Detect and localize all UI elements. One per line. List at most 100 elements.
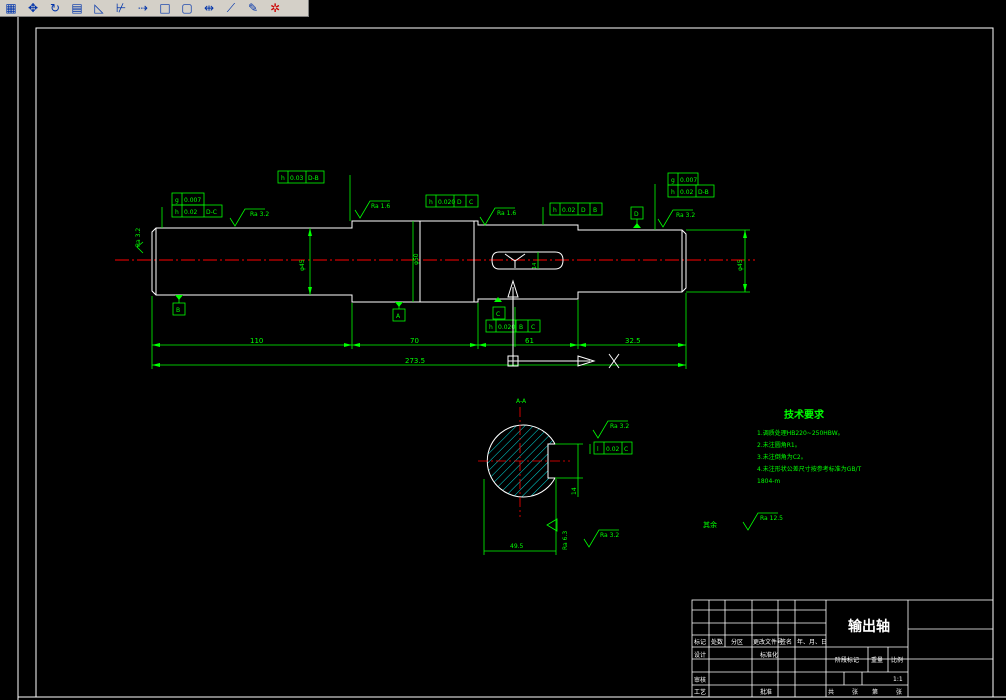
tb-check: 审核 [694,676,706,684]
tol7-ref: D-B [698,189,709,196]
dim-70: 70 [410,337,419,345]
line-tool-icon[interactable]: ⟋ [220,0,242,16]
inner-frame [35,27,994,698]
stretch-icon[interactable]: ⇹ [198,0,220,16]
part-name: 输出轴 [848,618,890,635]
tol5-ref2: B [593,207,597,214]
roughness-r1: Ra 3.2 [250,211,269,218]
tol3-val: 0.03 [290,175,304,182]
mirror-icon[interactable]: ◺ [88,0,110,16]
tb-standard: 标准化 [760,651,778,659]
tb-stage: 阶段标记 [835,656,859,664]
tb-label-date: 年、月、日 [797,638,827,646]
tol6-sym: g [671,177,675,184]
tb-design: 设计 [694,651,706,659]
tb-label-change: 更改文件号 [753,638,783,646]
tb-label-mark: 标记 [694,638,706,646]
tb-sheet-of2: 张 [896,688,902,696]
extend-icon[interactable]: ⇢ [132,0,154,16]
tol8-sym: h [489,324,493,331]
tb-approve: 批准 [760,688,772,696]
dim-32-5: 32.5 [625,337,641,345]
copy-icon[interactable]: ▤ [66,0,88,16]
dim-61: 61 [525,337,534,345]
datum-c: C [496,311,500,318]
dim-dia-left: φ45 [299,259,306,271]
tb-sheets: 共 [828,688,834,696]
dimension-arrows [152,228,747,367]
roughness-r9: Ra 12.5 [760,515,783,522]
dim-total: 273.5 [405,357,425,365]
tech-item-5: 1804-m [757,478,780,485]
section-label: A-A [516,398,527,405]
datum-triangles [175,223,641,307]
drawing-canvas[interactable]: 110 70 61 32.5 273.5 φ45 φ50 φ45 14 Ra 3… [0,17,1006,700]
square-icon[interactable]: ▢ [176,0,198,16]
tol8-ref1: B [519,324,523,331]
tol1-val: 0.007 [184,197,201,204]
datum-a: A [396,313,401,320]
trim-icon[interactable]: ⊬ [110,0,132,16]
tol2-sym: h [175,209,179,216]
roughness-r2: Ra 3.2 [135,228,142,247]
tb-label-count: 处数 [711,638,723,646]
tb-process: 工艺 [694,688,706,696]
roughness-r4: Ra 1.6 [497,210,516,217]
pen-icon[interactable]: ✎ [242,0,264,16]
rotate-icon[interactable]: ↻ [44,0,66,16]
tol5-sym: h [553,207,557,214]
move-icon[interactable]: ✥ [22,0,44,16]
datum-b: B [176,307,180,314]
tb-label-sign: 签名 [780,638,792,646]
tech-item-2: 2.未注圆角R1。 [757,441,801,449]
tech-item-4: 4.未注形状公差尺寸按参考标准为GB/T [757,465,862,473]
tol4-ref1: D [457,199,462,206]
roughness-r6: Ra 3.2 [610,423,629,430]
modify-toolbar: ▦ ✥ ↻ ▤ ◺ ⊬ ⇢ □ ▢ ⇹ ⟋ ✎ ✲ [0,0,309,17]
tb-scale-label: 比例 [891,656,903,664]
dim-110: 110 [250,337,263,345]
section-key-dim: 14 [571,487,578,495]
dim-dia-right: φ45 [737,259,744,271]
explode-icon[interactable]: ✲ [264,0,286,16]
tol4-ref2: C [469,199,473,206]
tol4-sym: h [429,199,433,206]
tol7-sym: h [671,189,675,196]
tol9-ref: C [624,446,628,453]
tol6-val: 0.007 [680,177,697,184]
ucs-icon [507,279,620,369]
tech-title: 技术要求 [784,408,825,421]
tb-label-zone: 分区 [731,638,743,646]
tol5-val: 0.02 [562,207,576,214]
tol9-val: 0.02 [606,446,620,453]
section-view: 14 49.5 A-A [478,398,591,555]
tech-item-3: 3.未注倒角为C2。 [757,453,807,461]
tol8-ref2: C [531,324,535,331]
tol1-sym: g [175,197,179,204]
tb-scale: 1:1 [893,676,903,683]
datum-boxes [172,206,644,322]
tb-weight: 重量 [871,656,883,664]
roughness-rest-label: 其余 [703,520,717,529]
roughness-r8: Ra 6.3 [562,531,569,550]
section-width-dim: 49.5 [510,543,524,550]
dim-dia-mid: φ50 [413,253,420,265]
grid-icon[interactable]: ▦ [0,0,22,16]
tol5-ref1: D [581,207,586,214]
tb-sheet: 第 [872,688,878,696]
tol7-val: 0.02 [680,189,694,196]
title-block-grid [691,599,994,698]
roughness-r5: Ra 3.2 [676,212,695,219]
roughness-r7: Ra 3.2 [600,532,619,539]
tol2-ref: D-C [206,209,217,216]
tech-item-1: 1.调质处理HB220~250HBW。 [757,429,844,437]
datum-d: D [634,211,639,218]
tol3-ref: D-B [308,175,319,182]
tol4-val: 0.020 [438,199,455,206]
tol2-val: 0.02 [184,209,198,216]
tb-sheet-of: 张 [852,688,858,696]
cad-drawing: 110 70 61 32.5 273.5 φ45 φ50 φ45 14 Ra 3… [17,17,1006,700]
tol9-sym: l [597,446,599,453]
rectangle-icon[interactable]: □ [154,0,176,16]
dim-key-width: 14 [532,263,538,269]
